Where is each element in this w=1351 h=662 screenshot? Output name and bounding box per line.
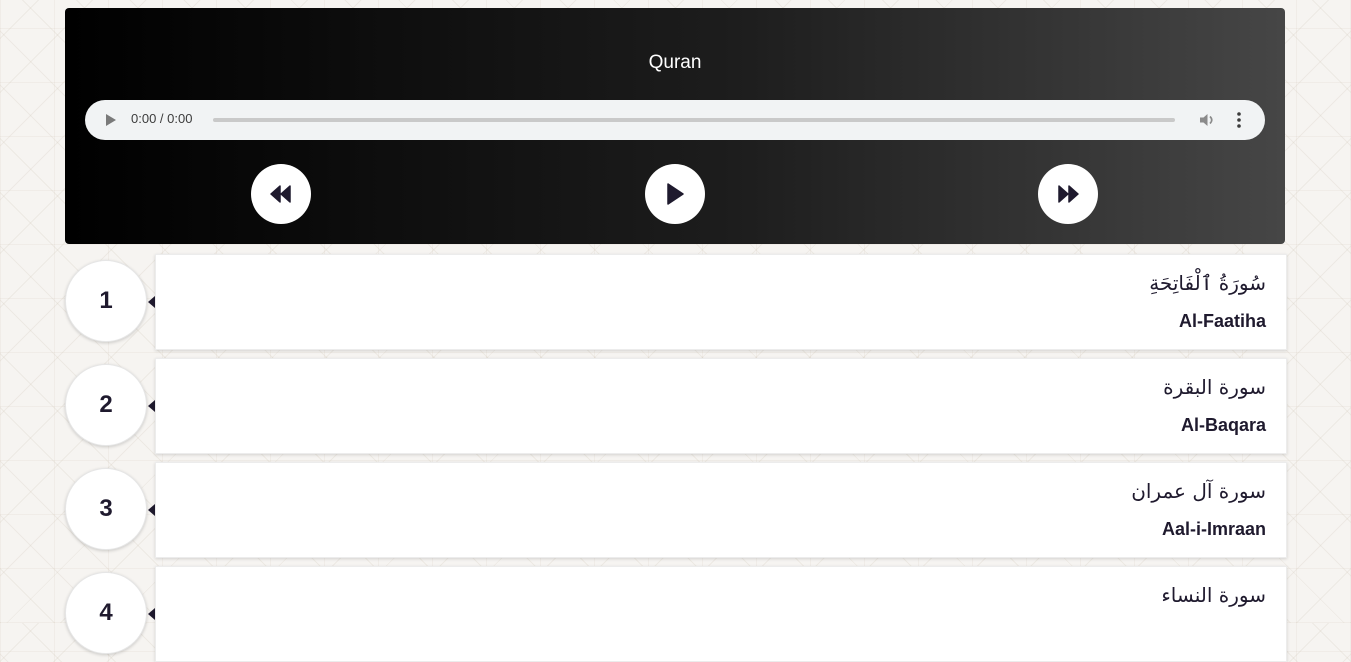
surah-list-item[interactable]: 4 سورة النساء [65, 566, 1287, 662]
pointer-arrow [148, 608, 155, 620]
surah-list-item[interactable]: 3 سورة آل عمران Aal-i-Imraan [65, 462, 1287, 558]
audio-time-display: 0:00 / 0:00 [131, 111, 193, 126]
surah-list-item[interactable]: 2 سورة البقرة Al-Baqara [65, 358, 1287, 454]
pointer-arrow [148, 504, 155, 516]
player-title: Quran [648, 52, 702, 73]
next-button[interactable] [1038, 164, 1098, 224]
surah-arabic-name: سُورَةُ ٱلْفَاتِحَةِ [1149, 271, 1266, 295]
surah-latin-name: Aal-i-Imraan [1161, 519, 1266, 539]
fast-forward-icon [1058, 185, 1079, 203]
surah-number: 3 [65, 468, 147, 550]
audio-element[interactable]: 0:00 / 0:00 [85, 100, 1265, 140]
volume-icon[interactable] [1197, 110, 1217, 130]
play-icon [667, 183, 684, 205]
surah-list-item[interactable]: 1 سُورَةُ ٱلْفَاتِحَةِ Al-Faatiha [65, 254, 1287, 350]
surah-arabic-name: سورة البقرة [1163, 375, 1266, 399]
pointer-arrow [148, 296, 155, 308]
more-options-icon[interactable] [1229, 110, 1249, 130]
play-button[interactable] [645, 164, 705, 224]
surah-latin-name: Al-Baqara [1180, 415, 1266, 435]
audio-play-icon[interactable] [106, 114, 116, 126]
surah-arabic-name: سورة النساء [1161, 583, 1266, 607]
surah-arabic-name: سورة آل عمران [1131, 479, 1266, 503]
surah-number: 1 [65, 260, 147, 342]
audio-player-panel: Quran 0:00 / 0:00 [65, 8, 1285, 244]
rewind-icon [270, 185, 291, 203]
previous-button[interactable] [251, 164, 311, 224]
pointer-arrow [148, 400, 155, 412]
surah-latin-name: Al-Faatiha [1178, 311, 1266, 331]
surah-card[interactable]: سورة البقرة Al-Baqara [155, 358, 1287, 454]
surah-card[interactable]: سُورَةُ ٱلْفَاتِحَةِ Al-Faatiha [155, 254, 1287, 350]
surah-card[interactable]: سورة النساء [155, 566, 1287, 662]
surah-number: 2 [65, 364, 147, 446]
surah-number: 4 [65, 572, 147, 654]
audio-progress-track[interactable] [213, 118, 1175, 122]
surah-card[interactable]: سورة آل عمران Aal-i-Imraan [155, 462, 1287, 558]
